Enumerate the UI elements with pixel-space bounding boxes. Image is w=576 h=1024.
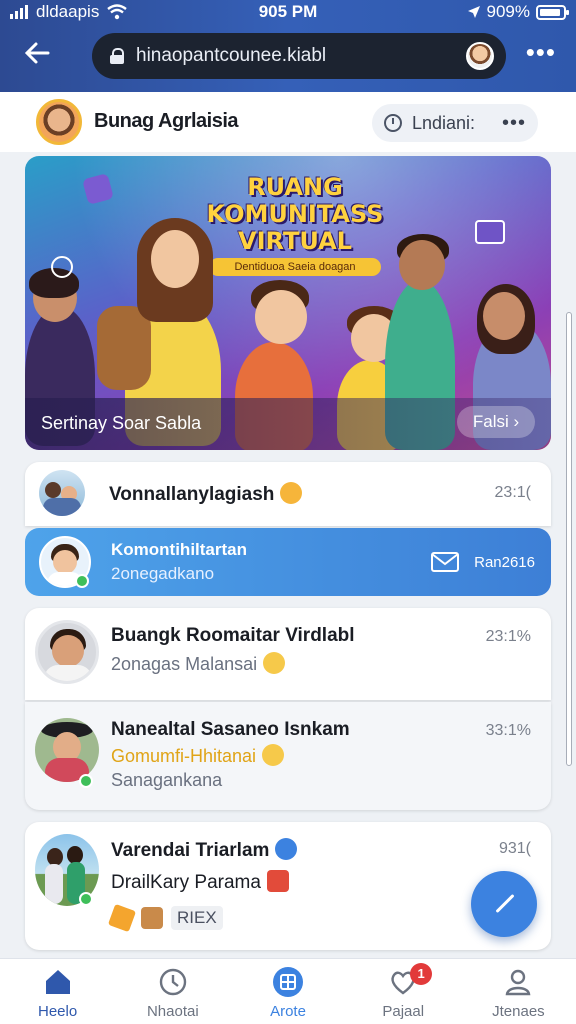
chat-time: 33:1% — [485, 722, 531, 739]
scrollbar[interactable] — [566, 312, 572, 766]
star-icon — [107, 903, 137, 933]
home-icon — [45, 970, 70, 994]
battery-icon — [536, 4, 569, 20]
chat-preview: Gomumfi-Hhitanai — [111, 744, 285, 767]
emoji-icon — [280, 482, 303, 504]
chat-time: 931( — [498, 840, 531, 857]
account-avatar[interactable] — [466, 42, 494, 70]
back-arrow-icon[interactable] — [22, 38, 58, 72]
fries-icon — [266, 870, 289, 892]
chat-title: Vonnallanylagiash — [109, 482, 303, 506]
url-text[interactable]: hinaopantcounee.kiabl — [136, 45, 466, 67]
verified-icon — [275, 838, 298, 860]
compose-button[interactable] — [471, 871, 537, 937]
profile-row: Bunag Agrlaisia Lndiani: ••• — [0, 92, 576, 152]
chat-preview: DrailKary Parama — [111, 870, 289, 894]
chat-time: 23:1( — [494, 484, 531, 501]
avatar — [39, 470, 85, 516]
clock-icon — [384, 114, 402, 132]
lock-icon — [110, 48, 124, 64]
status-bar: dldaapis 905 PM 909% — [0, 0, 576, 24]
banner-caption: Sertinay Soar Sabla — [41, 413, 202, 433]
mail-icon — [431, 552, 459, 572]
browser-header: dldaapis 905 PM 909% hinaopantcounee.kia… — [0, 0, 576, 92]
bottom-navigation: Heelo Nhaotai Arote 1 Pajaal Jtenaes — [0, 958, 576, 1024]
online-indicator — [79, 892, 93, 906]
list-item[interactable]: Varendai Triarlam DrailKary Parama RIEX … — [25, 822, 551, 950]
tab-history[interactable]: Nhaotai — [115, 959, 230, 1024]
chat-title: Nanealtal Sasaneo Isnkam — [111, 719, 350, 740]
community-banner[interactable]: RUANG KOMUNITASS VIRTUAL Dentiduoa Saeia… — [25, 156, 551, 450]
banner-tagline: Dentiduoa Saeia doagan — [209, 258, 381, 276]
tab-apps[interactable]: Arote — [230, 959, 345, 1024]
user-icon — [506, 969, 531, 996]
status-pill-label: Lndiani: — [412, 112, 476, 133]
avatar[interactable] — [36, 99, 82, 145]
more-menu-icon[interactable]: ••• — [526, 39, 556, 65]
location-icon — [467, 6, 480, 18]
tab-profile[interactable]: Jtenaes — [461, 959, 576, 1024]
more-options-icon[interactable]: ••• — [502, 112, 526, 135]
tab-home[interactable]: Heelo — [0, 959, 115, 1024]
avatar — [35, 718, 99, 782]
list-item-selected[interactable]: Komontihiltartan 2onegadkano Ran2616 — [25, 528, 551, 596]
grid-icon — [273, 967, 303, 997]
chat-title: Komontihiltartan — [111, 540, 247, 559]
avatar — [35, 620, 99, 684]
tag-label: RIEX — [171, 906, 223, 930]
chat-preview: 2onegadkano — [111, 564, 215, 583]
online-indicator — [79, 774, 93, 788]
cake-icon — [141, 907, 163, 929]
battery-percent: 909% — [486, 2, 530, 21]
list-item[interactable]: Buangk Roomaitar Virdlabl 2onagas Malans… — [25, 608, 551, 700]
emoji-icon — [262, 744, 285, 766]
chat-title: Buangk Roomaitar Virdlabl — [111, 625, 355, 646]
chat-title: Varendai Triarlam — [111, 838, 298, 862]
emoji-icon — [263, 652, 286, 674]
reaction-row: RIEX — [107, 903, 223, 933]
status-pill[interactable]: Lndiani: ••• — [372, 104, 538, 142]
chat-time: 23:1% — [485, 628, 531, 645]
banner-cta-button[interactable]: Falsi › — [457, 406, 535, 438]
clock-icon — [159, 968, 186, 996]
chat-preview: 2onagas Malansai — [111, 652, 286, 675]
online-indicator — [75, 574, 89, 588]
tab-messages[interactable]: 1 Pajaal — [346, 959, 461, 1024]
list-item[interactable]: Vonnallanylagiash 23:1( — [25, 462, 551, 526]
address-bar[interactable]: hinaopantcounee.kiabl — [92, 33, 506, 79]
notification-badge: 1 — [410, 963, 433, 985]
chat-time: Ran2616 — [474, 554, 535, 571]
chat-preview-secondary: Sanagankana — [111, 770, 223, 790]
list-item[interactable]: Nanealtal Sasaneo Isnkam Gomumfi-Hhitana… — [25, 702, 551, 810]
profile-name[interactable]: Bunag Agrlaisia — [94, 110, 239, 133]
